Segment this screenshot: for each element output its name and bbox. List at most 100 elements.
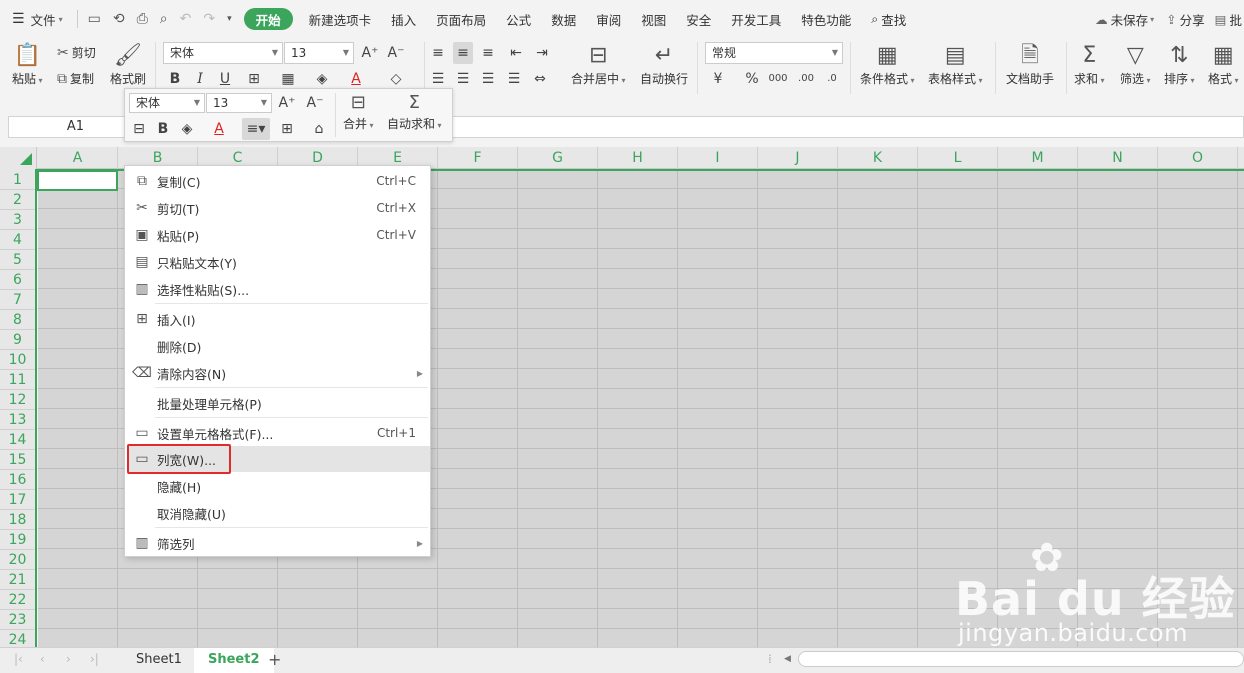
column-header-a[interactable]: A [38, 147, 118, 169]
format-painter-icon[interactable]: ⌂ [309, 118, 329, 140]
menu-item-insert[interactable]: ⊞ 插入(I) [127, 306, 430, 332]
sheet-tab-sheet1[interactable]: Sheet1 [122, 648, 196, 673]
undo-icon[interactable]: ↶ [174, 0, 198, 38]
mini-font-name-select[interactable]: 宋体 ▼ [129, 93, 205, 113]
next-sheet-icon[interactable]: › [66, 652, 71, 666]
tab-features[interactable]: 特色功能 [791, 0, 861, 38]
number-format-select[interactable]: 常规 ▼ [705, 42, 843, 64]
bold-icon[interactable]: B [153, 118, 173, 140]
mini-font-size-select[interactable]: 13 ▼ [206, 93, 272, 113]
column-header-m[interactable]: M [998, 147, 1078, 169]
menu-item-batch-cells[interactable]: 批量处理单元格(P) [127, 390, 430, 416]
column-header-f[interactable]: F [438, 147, 518, 169]
row-header-7[interactable]: 7 [0, 290, 35, 310]
align-middle-icon[interactable]: ≡ [453, 42, 473, 64]
row-header-8[interactable]: 8 [0, 310, 35, 330]
tab-developer[interactable]: 开发工具 [721, 0, 791, 38]
row-header-4[interactable]: 4 [0, 230, 35, 250]
row-header-17[interactable]: 17 [0, 490, 35, 510]
paste-button[interactable]: 📋 粘贴 ▾ [12, 42, 43, 87]
name-box[interactable]: A1 [8, 116, 143, 138]
row-header-5[interactable]: 5 [0, 250, 35, 270]
save-icon[interactable]: ▭ [82, 0, 107, 38]
quick-access-dropdown-icon[interactable]: ▾ [221, 0, 238, 38]
border-icon[interactable]: ⊞ [277, 118, 297, 140]
unsaved-button[interactable]: ☁ 未保存 ▾ [1089, 0, 1160, 38]
table-style-button[interactable]: ▤ 表格样式 ▾ [928, 42, 983, 87]
decrease-font-icon[interactable]: A⁻ [305, 92, 325, 114]
clear-format-icon[interactable]: ◇ [386, 68, 406, 90]
row-header-1[interactable]: 1 [0, 170, 35, 190]
last-sheet-icon[interactable]: ›| [90, 652, 99, 666]
font-color-icon[interactable]: A [209, 118, 229, 140]
font-name-select[interactable]: 宋体 ▼ [163, 42, 283, 64]
row-header-10[interactable]: 10 [0, 350, 35, 370]
border-icon[interactable]: ⊞ [244, 68, 264, 90]
decrease-indent-icon[interactable]: ⇤ [506, 42, 526, 64]
menu-item-clear-contents[interactable]: ⌫ 清除内容(N) ▶ [127, 360, 430, 386]
tab-new[interactable]: 新建选项卡 [299, 0, 382, 38]
doc-helper-button[interactable]: 🗎 文档助手 [1006, 42, 1054, 87]
decrease-font-icon[interactable]: A⁻ [386, 42, 406, 64]
scroll-left-icon[interactable]: ◀ [784, 654, 791, 664]
column-header-n[interactable]: N [1078, 147, 1158, 169]
fill-color-icon[interactable]: ◈ [312, 68, 332, 90]
increase-font-icon[interactable]: A⁺ [277, 92, 297, 114]
mini-merge-button[interactable]: ⊟ 合并 ▾ [343, 91, 374, 132]
share-button[interactable]: ⇪ 分享 [1160, 0, 1211, 38]
copy-button[interactable]: ⧉ 复制 [57, 70, 94, 87]
row-header-22[interactable]: 22 [0, 590, 35, 610]
row-header-19[interactable]: 19 [0, 530, 35, 550]
distribute-icon[interactable]: ⇔ [530, 68, 550, 90]
increase-decimal-icon[interactable]: .00 [796, 68, 816, 90]
italic-icon[interactable]: I [190, 68, 210, 90]
menu-item-hide[interactable]: 隐藏(H) [127, 473, 430, 499]
menu-item-unhide[interactable]: 取消隐藏(U) [127, 500, 430, 526]
menu-item-filter-column[interactable]: ▥ 筛选列 ▶ [127, 530, 430, 556]
tab-security[interactable]: 安全 [676, 0, 721, 38]
justify-icon[interactable]: ☰ [504, 68, 524, 90]
menu-item-paste[interactable]: ▣ 粘贴(P) Ctrl+V [127, 222, 430, 248]
formula-input[interactable] [452, 116, 1244, 138]
add-sheet-icon[interactable]: + [268, 650, 281, 669]
align-top-icon[interactable]: ≡ [428, 42, 448, 64]
align-right-icon[interactable]: ☰ [478, 68, 498, 90]
mini-autosum-button[interactable]: Σ 自动求和 ▾ [387, 91, 442, 132]
row-header-20[interactable]: 20 [0, 550, 35, 570]
thousands-separator-icon[interactable]: 000 [768, 68, 788, 90]
tab-home[interactable]: 开始 [243, 8, 293, 30]
cut-button[interactable]: ✂ 剪切 [57, 44, 96, 61]
filter-button[interactable]: ▽ 筛选 ▾ [1120, 42, 1151, 87]
row-header-12[interactable]: 12 [0, 390, 35, 410]
bold-icon[interactable]: B [165, 68, 185, 90]
menu-item-paste-text[interactable]: ▤ 只粘贴文本(Y) [127, 249, 430, 275]
auto-wrap-button[interactable]: ↵ 自动换行 [640, 42, 688, 87]
row-header-16[interactable]: 16 [0, 470, 35, 490]
tab-review[interactable]: 审阅 [586, 0, 631, 38]
row-header-13[interactable]: 13 [0, 410, 35, 430]
currency-icon[interactable]: ¥ [708, 68, 728, 90]
align-center-icon[interactable]: ☰ [453, 68, 473, 90]
row-header-23[interactable]: 23 [0, 610, 35, 630]
batch-button[interactable]: ▤ 批 [1211, 0, 1244, 38]
font-color-icon[interactable]: A [346, 68, 366, 90]
underline-icon[interactable]: U [215, 68, 235, 90]
active-cell-a1[interactable] [37, 170, 118, 191]
format-painter-button[interactable]: 🖌 格式刷 [110, 42, 146, 87]
scroll-split-icon[interactable]: ⁞ [768, 652, 772, 666]
row-header-11[interactable]: 11 [0, 370, 35, 390]
row-header-15[interactable]: 15 [0, 450, 35, 470]
align-middle-icon[interactable]: ≡▾ [242, 118, 270, 140]
column-header-k[interactable]: K [838, 147, 918, 169]
percent-icon[interactable]: % [742, 68, 762, 90]
row-header-14[interactable]: 14 [0, 430, 35, 450]
column-header-i[interactable]: I [678, 147, 758, 169]
increase-font-icon[interactable]: A⁺ [360, 42, 380, 64]
select-all-corner[interactable] [0, 147, 37, 169]
column-header-h[interactable]: H [598, 147, 678, 169]
conditional-format-button[interactable]: ▦ 条件格式 ▾ [860, 42, 915, 87]
undo-history-icon[interactable]: ⟲ [107, 0, 131, 38]
prev-sheet-icon[interactable]: ‹ [40, 652, 45, 666]
fill-color-icon[interactable]: ◈ [177, 118, 197, 140]
first-sheet-icon[interactable]: |‹ [14, 652, 23, 666]
